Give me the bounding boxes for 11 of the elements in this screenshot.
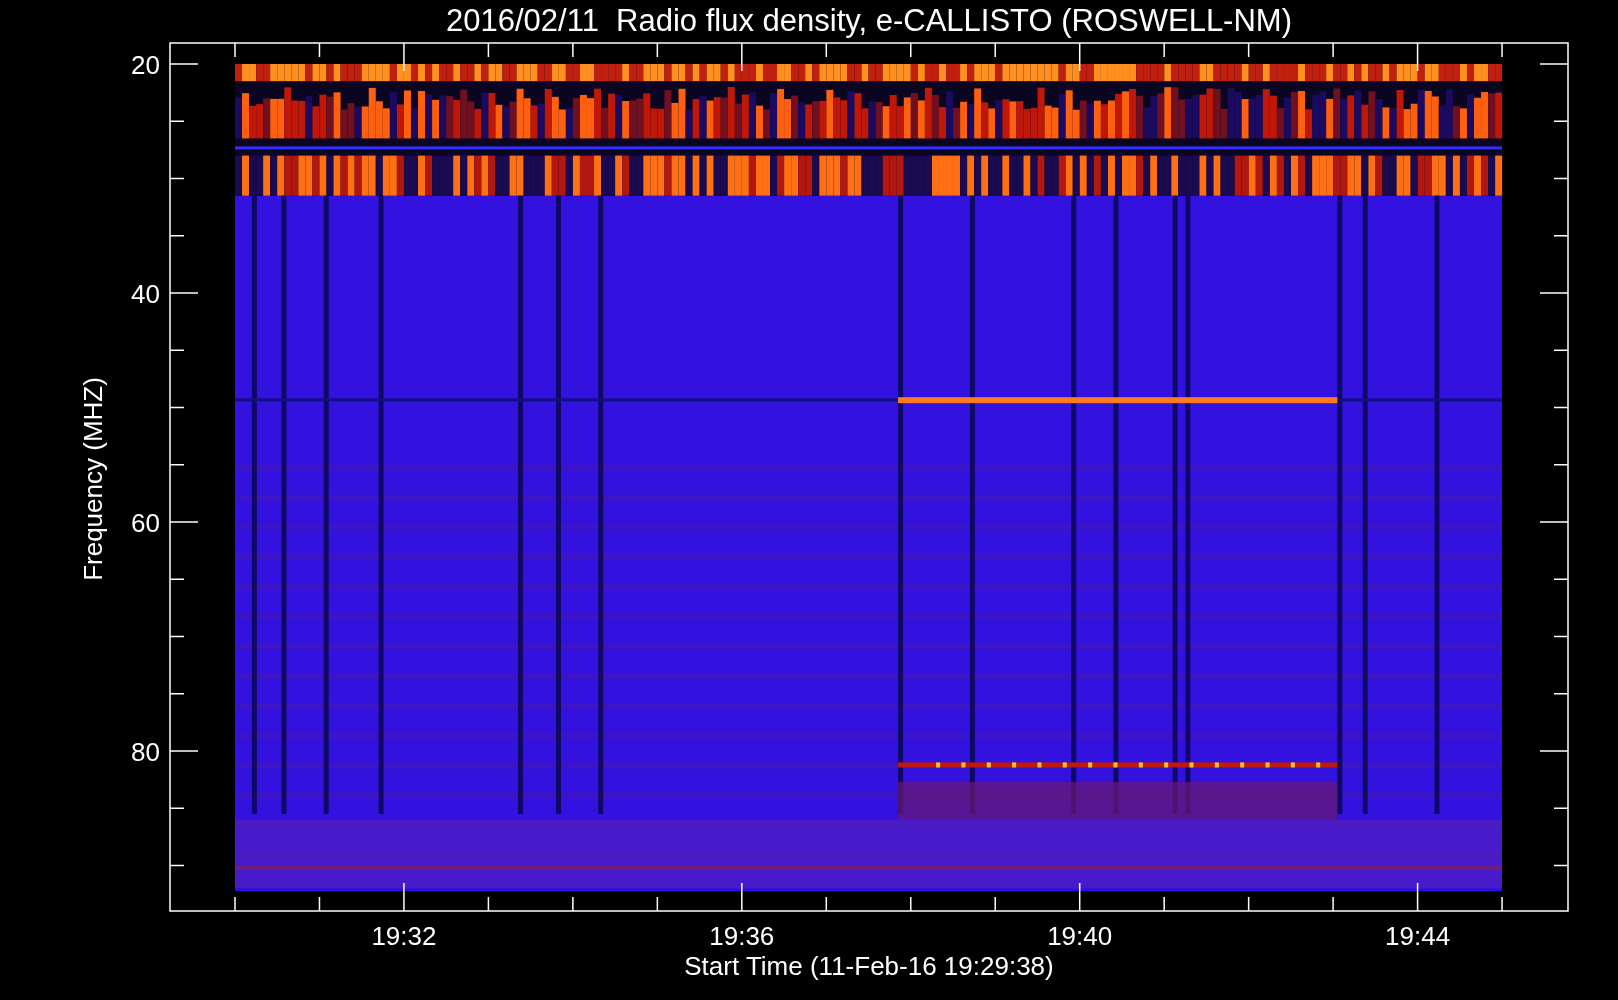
x-axis-label: Start Time (11-Feb-16 19:29:38) <box>684 951 1054 981</box>
x-tick-label: 19:44 <box>1385 921 1451 951</box>
chart-title: 2016/02/11 Radio flux density, e-CALLISTO (ROSWELL-NM) <box>446 3 1292 38</box>
x-tick-label: 19:32 <box>371 921 437 951</box>
y-tick-label: 60 <box>131 508 160 538</box>
y-tick-label: 80 <box>131 737 160 767</box>
y-axis-label: Frequency (MHZ) <box>78 377 108 581</box>
y-tick-label: 20 <box>131 50 160 80</box>
x-tick-label: 19:36 <box>709 921 775 951</box>
y-tick-label: 40 <box>131 279 160 309</box>
x-tick-label: 19:40 <box>1047 921 1113 951</box>
